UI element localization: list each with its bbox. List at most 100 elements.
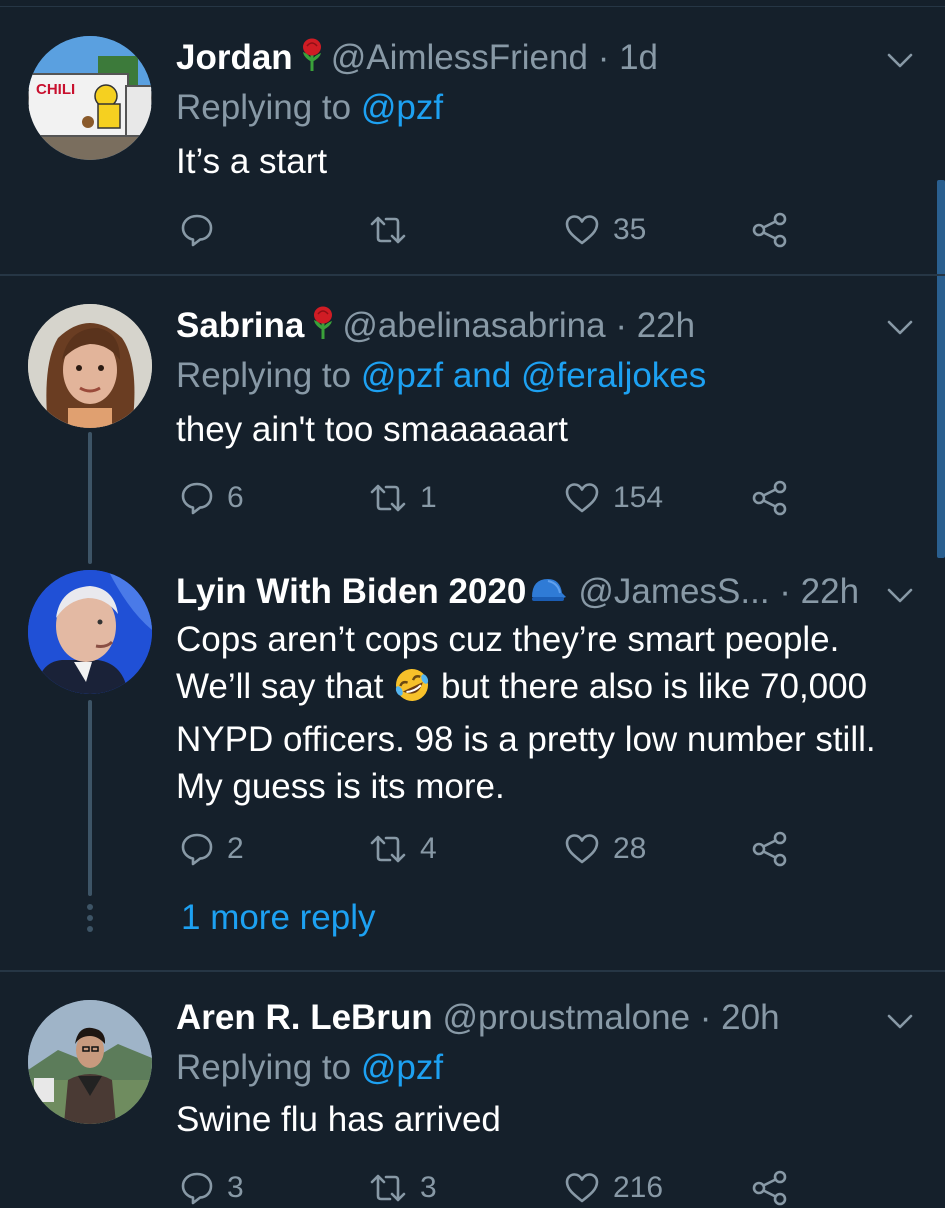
- chevron-down-icon[interactable]: [885, 312, 915, 342]
- user-handle[interactable]: @abelinasabrina: [342, 306, 605, 345]
- separator-dot: ·: [779, 572, 791, 611]
- display-name[interactable]: Aren R. LeBrun: [176, 998, 433, 1037]
- reply-button[interactable]: 6: [179, 478, 244, 518]
- share-icon: [752, 212, 787, 248]
- reply-button[interactable]: [179, 210, 227, 250]
- like-count: 35: [613, 213, 647, 246]
- retweet-count: 4: [420, 832, 437, 865]
- thread-more-dots-icon: [85, 904, 95, 944]
- tweet-actions: 2 4 28: [176, 829, 816, 869]
- rose-emoji-icon: [299, 38, 325, 81]
- tweet-text-line: NYPD officers. 98 is a pretty low number…: [176, 720, 876, 759]
- tweet-header: Jordan @AimlessFriend · 1d: [176, 38, 658, 81]
- user-handle[interactable]: @AimlessFriend: [331, 38, 588, 77]
- share-icon: [752, 480, 787, 516]
- avatar-image: [28, 570, 152, 694]
- tweet-actions: 3 3 216: [176, 1168, 816, 1208]
- chevron-down-icon[interactable]: [885, 580, 915, 610]
- replying-to-prefix: Replying to: [176, 88, 352, 127]
- separator-dot: ·: [699, 998, 712, 1037]
- mention-link[interactable]: @pzf: [361, 88, 443, 127]
- retweet-button[interactable]: 3: [368, 1168, 437, 1208]
- reply-icon: [181, 833, 213, 866]
- tweet-aren-lebrun[interactable]: Aren R. LeBrun @proustmalone · 20h Reply…: [0, 972, 945, 1206]
- share-button[interactable]: [751, 210, 789, 250]
- timestamp[interactable]: 20h: [721, 998, 779, 1037]
- tweet-text-line: We’ll say that but there also is like 70…: [176, 663, 916, 716]
- more-replies-link[interactable]: 1 more reply: [181, 898, 376, 938]
- heart-icon: [565, 1173, 599, 1203]
- retweet-button[interactable]: 4: [368, 829, 437, 869]
- tweet-header: Aren R. LeBrun @proustmalone · 20h: [176, 998, 780, 1038]
- share-icon: [752, 831, 787, 867]
- retweet-count: 1: [420, 481, 437, 514]
- tweet-text: Cops aren’t cops cuz they’re smart peopl…: [176, 616, 916, 810]
- tweet-text-line: My guess is its more.: [176, 767, 505, 806]
- retweet-icon: [370, 1174, 406, 1202]
- retweet-icon: [370, 216, 406, 244]
- share-button[interactable]: [751, 478, 789, 518]
- reply-count: 2: [227, 832, 244, 865]
- replying-to-prefix: Replying to: [176, 356, 352, 395]
- replying-to: Replying to @pzf and @feraljokes: [176, 356, 706, 396]
- mention-link[interactable]: @feraljokes: [521, 356, 706, 395]
- mention-link[interactable]: @pzf: [361, 1048, 443, 1087]
- display-name[interactable]: Lyin With Biden 2020: [176, 572, 526, 611]
- retweet-button[interactable]: 1: [368, 478, 437, 518]
- tweet-header: Lyin With Biden 2020 @JamesS... · 22h: [176, 572, 859, 614]
- rose-emoji-icon: [310, 306, 336, 349]
- heart-icon: [565, 215, 599, 245]
- tweet-lyin-with-biden[interactable]: Lyin With Biden 2020 @JamesS... · 22h Co…: [0, 560, 945, 970]
- reply-icon: [181, 1172, 213, 1205]
- tweet-actions: 6 1 154: [176, 478, 816, 518]
- display-name[interactable]: Jordan: [176, 38, 293, 77]
- retweet-icon: [370, 484, 406, 512]
- avatar[interactable]: [28, 304, 152, 428]
- user-handle[interactable]: @JamesS...: [578, 572, 769, 611]
- avatar[interactable]: CHILI: [28, 36, 152, 160]
- avatar[interactable]: [28, 1000, 152, 1124]
- like-button[interactable]: 154: [563, 478, 663, 518]
- tweet-text-line: Cops aren’t cops cuz they’re smart peopl…: [176, 620, 840, 659]
- avatar[interactable]: [28, 570, 152, 694]
- blue-cap-emoji-icon: [528, 574, 568, 614]
- timestamp[interactable]: 1d: [619, 38, 658, 77]
- share-button[interactable]: [751, 1168, 789, 1208]
- tweet-text: they ain't too smaaaaaart: [176, 410, 568, 449]
- avatar-van-label: CHILI: [36, 81, 75, 98]
- chevron-down-icon[interactable]: [885, 1006, 915, 1036]
- retweet-button[interactable]: [368, 210, 420, 250]
- tweet-jordan[interactable]: CHILI Jordan @AimlessFriend · 1d Replyin…: [0, 0, 945, 275]
- like-button[interactable]: 216: [563, 1168, 663, 1208]
- separator-dot: ·: [597, 38, 610, 77]
- reply-icon: [181, 482, 213, 515]
- tweet-sabrina[interactable]: Sabrina @abelinasabrina · 22h Replying t…: [0, 276, 945, 558]
- reply-button[interactable]: 3: [179, 1168, 244, 1208]
- timestamp[interactable]: 22h: [801, 572, 859, 611]
- reply-button[interactable]: 2: [179, 829, 244, 869]
- like-button[interactable]: 35: [563, 210, 646, 250]
- reply-icon: [181, 214, 213, 247]
- share-icon: [752, 1170, 787, 1206]
- retweet-icon: [370, 835, 406, 863]
- tweet-header: Sabrina @abelinasabrina · 22h: [176, 306, 695, 349]
- tweet-text: Swine flu has arrived: [176, 1100, 501, 1139]
- display-name[interactable]: Sabrina: [176, 306, 304, 345]
- avatar-image: CHILI: [28, 36, 152, 160]
- tweet-text: It’s a start: [176, 142, 328, 181]
- heart-icon: [565, 834, 599, 864]
- like-button[interactable]: 28: [563, 829, 646, 869]
- mention-link[interactable]: @pzf: [361, 356, 443, 395]
- chevron-down-icon[interactable]: [885, 45, 915, 75]
- user-handle[interactable]: @proustmalone: [442, 998, 690, 1037]
- timestamp[interactable]: 22h: [637, 306, 695, 345]
- replying-to: Replying to @pzf: [176, 1048, 443, 1088]
- share-button[interactable]: [751, 829, 789, 869]
- heart-icon: [565, 483, 599, 513]
- avatar-image: [28, 304, 152, 428]
- like-count: 28: [613, 832, 647, 865]
- replying-to-prefix: Replying to: [176, 1048, 352, 1087]
- separator-dot: ·: [615, 306, 627, 345]
- rolling-laughing-emoji-icon: [393, 666, 431, 716]
- reply-count: 6: [227, 481, 244, 514]
